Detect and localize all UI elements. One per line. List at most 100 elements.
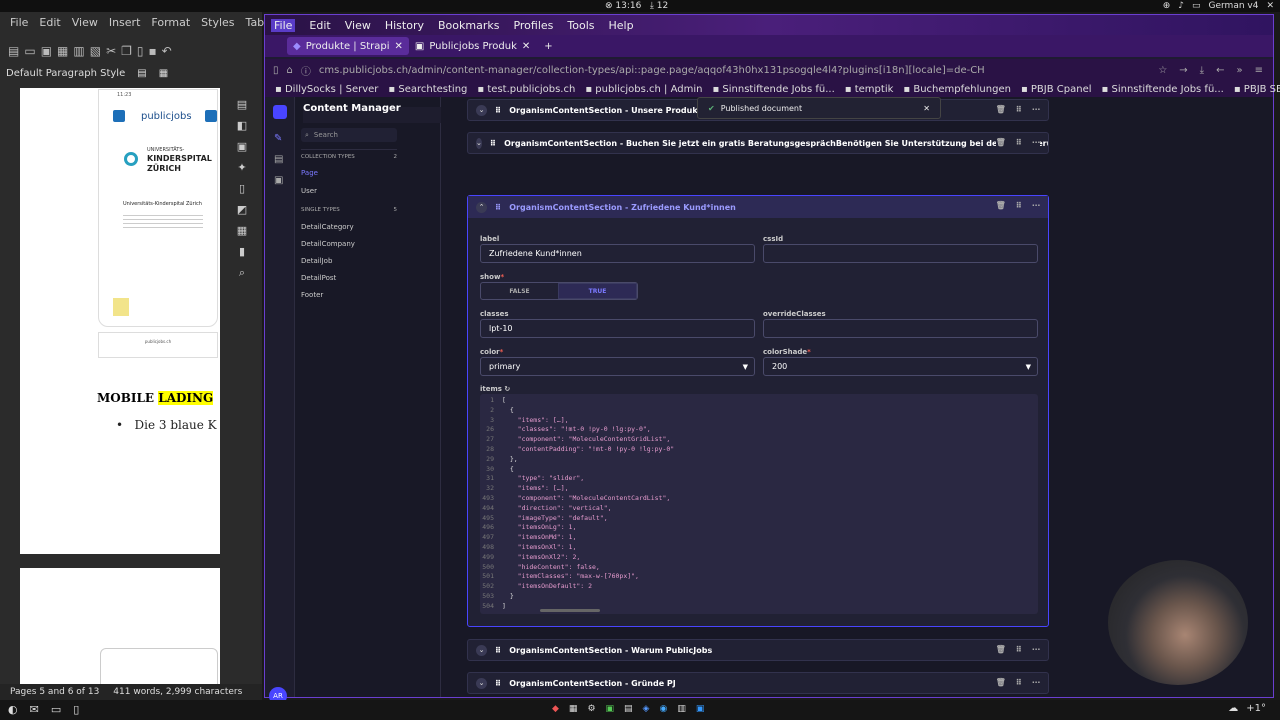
browser-menu-item[interactable]: View — [345, 19, 371, 32]
drag-icon[interactable]: ⠿ — [1016, 678, 1022, 687]
expand-chevron-icon[interactable]: ⌄ — [476, 644, 487, 656]
cut-icon[interactable]: ✂ — [106, 44, 116, 58]
delete-icon[interactable]: 🗑 — [996, 105, 1006, 114]
bookmark-item[interactable]: ▪ Sinnstiftende Jobs fü... — [712, 84, 834, 95]
delete-icon[interactable]: 🗑 — [996, 645, 1006, 654]
tray-app-3-icon[interactable]: ⚙ — [587, 704, 595, 714]
browser-menu-item[interactable]: Bookmarks — [438, 19, 499, 32]
new-style-icon[interactable]: ▦ — [159, 68, 168, 79]
paragraph-style-value[interactable]: Default Paragraph Style — [6, 68, 125, 79]
forward-icon[interactable]: → — [1179, 65, 1187, 76]
open-section-header[interactable]: ⌃ ⠿ OrganismContentSection - Zufriedene … — [468, 196, 1048, 218]
open-icon[interactable]: ▭ — [24, 44, 35, 58]
site-info-icon[interactable]: ⓘ — [301, 63, 311, 78]
media-library-icon[interactable]: ▣ — [274, 175, 283, 186]
tab-publicjobs[interactable]: ▣ Publicjobs Produk ✕ — [409, 37, 536, 55]
sidebar-toggle-icon[interactable]: ▯ — [273, 65, 279, 76]
browser-menu-item[interactable]: Help — [609, 19, 634, 32]
more-icon[interactable]: ⋯ — [1032, 201, 1040, 210]
tray-app-7-icon[interactable]: ◉ — [659, 704, 667, 714]
section-warum-publicjobs[interactable]: ⌄ ⠿ OrganismContentSection - Warum Publi… — [467, 639, 1049, 661]
document-page-next[interactable] — [20, 568, 220, 686]
tray-app-4-icon[interactable]: ▣ — [606, 704, 615, 714]
paste-icon[interactable]: ▯ — [137, 44, 144, 58]
more-icon[interactable]: ⋯ — [1032, 645, 1040, 654]
tray-app-9-icon[interactable]: ▣ — [696, 704, 705, 714]
manage-changes-icon[interactable]: ▦ — [237, 224, 247, 237]
url-bar[interactable]: ▯ ⌂ ⓘ cms.publicjobs.ch/admin/content-ma… — [265, 59, 1273, 81]
writer-menu-item[interactable]: Format — [151, 16, 190, 32]
writer-menu-item[interactable]: File — [10, 16, 28, 32]
section-gruende-pj[interactable]: ⌄ ⠿ OrganismContentSection - Gründe PJ 🗑… — [467, 672, 1049, 694]
collapse-chevron-icon[interactable]: ⌃ — [476, 201, 487, 213]
copy-icon[interactable]: ❐ — [121, 44, 132, 58]
properties-icon[interactable]: ▤ — [237, 98, 247, 111]
single-type-item[interactable]: DetailJob — [301, 257, 355, 265]
volume-icon[interactable]: ♪ — [1178, 0, 1184, 12]
paragraph-style-box[interactable]: Default Paragraph Style ▤ ▦ — [6, 64, 246, 82]
content-manager-icon[interactable]: ✎ — [274, 133, 283, 144]
drag-icon[interactable]: ⠿ — [1016, 138, 1022, 147]
single-type-item[interactable]: DetailPost — [301, 274, 355, 282]
tray-app-2-icon[interactable]: ▦ — [569, 704, 578, 714]
content-type-builder-icon[interactable]: ▤ — [274, 154, 283, 165]
mail-icon[interactable]: ✉ — [30, 703, 39, 716]
collection-item[interactable]: User — [301, 187, 318, 195]
show-true-option[interactable]: TRUE — [558, 283, 637, 299]
override-classes-input[interactable] — [763, 319, 1038, 338]
strapi-logo[interactable] — [273, 105, 287, 119]
gallery-icon[interactable]: ▣ — [237, 140, 247, 153]
terminal-icon[interactable]: ▭ — [51, 703, 61, 716]
find-icon[interactable]: ⌕ — [239, 266, 245, 280]
editor-scrollbar[interactable] — [540, 609, 600, 612]
bookmark-item[interactable]: ▪ Buchempfehlungen — [903, 84, 1011, 95]
more-icon[interactable]: ⋯ — [1032, 678, 1040, 687]
network-icon[interactable]: ⊕ — [1163, 0, 1171, 12]
writer-menu-item[interactable]: View — [72, 16, 98, 32]
classes-input[interactable]: lpt-10 — [480, 319, 755, 338]
weather-temp[interactable]: +1° — [1246, 703, 1266, 714]
single-type-item[interactable]: DetailCategory — [301, 223, 355, 231]
browser-menu-item[interactable]: File — [271, 18, 296, 32]
tab-strapi[interactable]: ◆ Produkte | Strapi ✕ — [287, 37, 409, 55]
app-menu-icon[interactable]: ◐ — [8, 703, 18, 716]
tab-close-icon[interactable]: ✕ — [394, 41, 402, 52]
url-text[interactable]: cms.publicjobs.ch/admin/content-manager/… — [319, 65, 985, 76]
preview-icon[interactable]: ▧ — [90, 44, 101, 58]
drag-grid-icon[interactable]: ⠿ — [495, 203, 501, 212]
tray-app-6-icon[interactable]: ◈ — [643, 704, 650, 714]
cssid-input[interactable] — [763, 244, 1038, 263]
drag-icon[interactable]: ⠿ — [1016, 105, 1022, 114]
tray-app-5-icon[interactable]: ▤ — [624, 704, 633, 714]
page-icon[interactable]: ▯ — [239, 182, 245, 195]
bookmark-item[interactable]: ▪ DillySocks | Server — [275, 84, 378, 95]
pdf-icon[interactable]: ▦ — [57, 44, 68, 58]
expand-chevron-icon[interactable]: ⌄ — [476, 677, 487, 689]
drag-icon[interactable]: ⠿ — [1016, 201, 1022, 210]
label-input[interactable]: Zufriedene Kund*innen — [480, 244, 755, 263]
drag-grid-icon[interactable]: ⠿ — [495, 646, 501, 655]
undo-icon[interactable]: ↶ — [162, 44, 172, 58]
writer-menu-item[interactable]: Edit — [39, 16, 60, 32]
styles-icon[interactable]: ◧ — [237, 119, 247, 132]
bookmark-item[interactable]: ▪ PBJB SERVER — [1234, 84, 1280, 95]
home-icon[interactable]: ⌂ — [287, 65, 293, 76]
delete-icon[interactable]: 🗑 — [996, 678, 1006, 687]
design-icon[interactable]: ▮ — [239, 245, 245, 258]
bookmark-item[interactable]: ▪ test.publicjobs.ch — [477, 84, 575, 95]
expand-chevron-icon[interactable]: ⌄ — [476, 137, 482, 149]
drag-icon[interactable]: ⠿ — [1016, 645, 1022, 654]
section-beratungsgespraech[interactable]: ⌄ ⠿ OrganismContentSection - Buchen Sie … — [467, 132, 1049, 154]
cloud-icon[interactable]: ☁ — [1228, 703, 1238, 714]
drag-grid-icon[interactable]: ⠿ — [495, 106, 501, 115]
show-false-option[interactable]: FALSE — [481, 283, 558, 299]
close-icon[interactable]: ✕ — [1266, 0, 1274, 12]
back-icon[interactable]: ← — [1216, 65, 1224, 76]
menu-icon[interactable]: ≡ — [1255, 65, 1263, 76]
save-icon[interactable]: ▣ — [41, 44, 52, 58]
files-icon[interactable]: ▯ — [73, 703, 79, 716]
nav-search-input[interactable]: ⌕ Search — [301, 128, 397, 142]
color-select[interactable]: primary ▼ — [480, 357, 755, 376]
drag-grid-icon[interactable]: ⠿ — [490, 139, 496, 148]
lock-icon[interactable]: ▪ — [149, 44, 157, 58]
